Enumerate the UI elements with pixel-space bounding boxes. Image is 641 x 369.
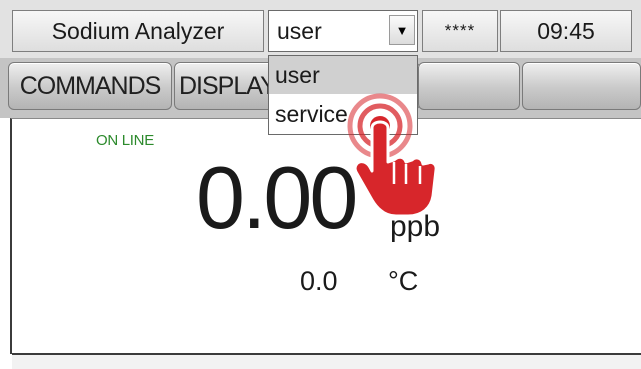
header-bar: Sodium Analyzer user ▼ **** 09:45 xyxy=(0,0,641,58)
app-title: Sodium Analyzer xyxy=(12,10,264,52)
password-field[interactable]: **** xyxy=(422,10,498,52)
temperature-unit: °C xyxy=(388,266,419,296)
password-mask: **** xyxy=(444,21,476,40)
tab-commands[interactable]: COMMANDS xyxy=(8,62,172,110)
tab-commands-label: COMMANDS xyxy=(19,71,162,100)
clock-time: 09:45 xyxy=(537,17,595,44)
tab-display-label: DISPLAY xyxy=(179,71,277,100)
dropdown-option-user[interactable]: user xyxy=(269,56,417,94)
app-title-label: Sodium Analyzer xyxy=(51,17,225,44)
user-level-select[interactable]: user ▼ xyxy=(268,10,418,52)
status-indicator: ON LINE xyxy=(96,132,154,149)
chevron-down-icon[interactable]: ▼ xyxy=(389,15,415,45)
hand-pointer-icon xyxy=(347,93,438,218)
clock-display: 09:45 xyxy=(500,10,632,52)
tab-empty-4[interactable] xyxy=(522,62,641,110)
sodium-reading: 0.00 xyxy=(196,148,358,247)
temperature-reading: 0.0 xyxy=(300,266,338,296)
